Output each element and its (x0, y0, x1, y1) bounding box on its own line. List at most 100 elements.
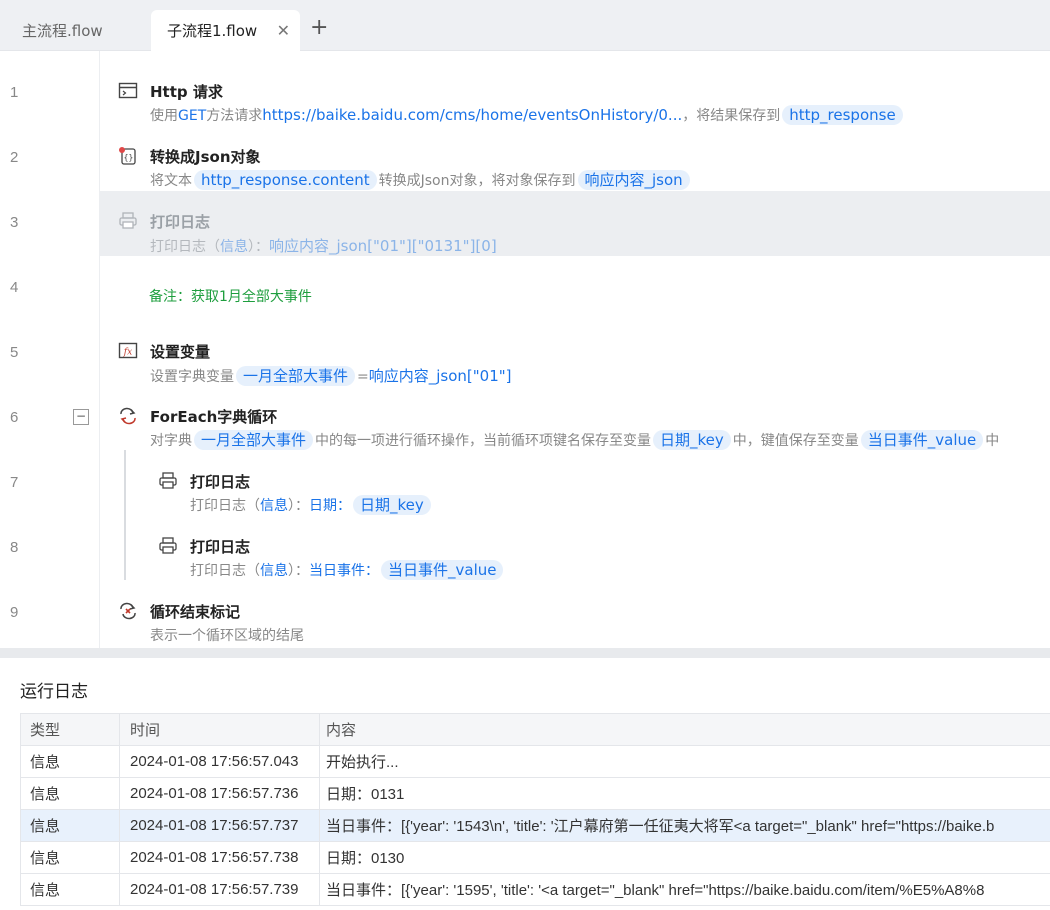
step-title: 设置变量 (150, 343, 211, 361)
log-row[interactable]: 信息 2024-01-08 17:56:57.738 日期：0130 (20, 842, 1050, 874)
log-type: 信息 (20, 746, 119, 777)
printer-icon (158, 471, 178, 491)
step-set-variable[interactable]: fx 设置变量 设置字典变量 一月全部大事件 =响应内容_json["01"] (100, 321, 1050, 386)
step-title: Http 请求 (150, 83, 223, 101)
variable-pill: 响应内容_json (577, 170, 690, 190)
step-description: 打印日志（信息）：日期： 日期_key (190, 495, 433, 515)
step-print-log-date[interactable]: 打印日志 打印日志（信息）：日期： 日期_key (100, 451, 1050, 516)
log-row[interactable]: 信息 2024-01-08 17:56:57.739 当日事件：[{'year'… (20, 874, 1050, 906)
expression-param: 响应内容_json["01"] (368, 367, 512, 385)
step-convert-json[interactable]: {} 转换成Json对象 将文本 http_response.content 转换成… (100, 126, 1050, 191)
line-number: 8 (10, 539, 19, 556)
log-time: 2024-01-08 17:56:57.737 (119, 810, 319, 841)
desc-text: 方法请求 (206, 108, 263, 124)
step-description: 对字典 一月全部大事件 中的每一项进行循环操作，当前循环项键名保存至变量 日期_key… (150, 430, 999, 450)
log-time: 2024-01-08 17:56:57.739 (119, 874, 319, 905)
json-convert-icon: {} (118, 146, 138, 166)
log-type: 信息 (20, 874, 119, 905)
log-row[interactable]: 信息 2024-01-08 17:56:57.736 日期：0131 (20, 778, 1050, 810)
log-row[interactable]: 信息 2024-01-08 17:56:57.043 开始执行... (20, 746, 1050, 778)
variable-pill: 一月全部大事件 (236, 366, 356, 386)
step-title: 打印日志 (150, 213, 211, 231)
svg-text:fx: fx (123, 348, 132, 358)
step-title: 打印日志 (190, 473, 251, 491)
log-time: 2024-01-08 17:56:57.736 (119, 778, 319, 809)
log-row-selected[interactable]: 信息 2024-01-08 17:56:57.737 当日事件：[{'year'… (20, 810, 1050, 842)
log-type: 信息 (20, 778, 119, 809)
desc-text: = (357, 369, 369, 385)
desc-text: ）： (288, 563, 309, 579)
url-param: https://baike.baidu.com/cms/home/eventsO… (262, 106, 683, 124)
close-icon[interactable]: ✕ (277, 21, 290, 40)
line-number: 7 (10, 474, 19, 491)
log-content: 当日事件：[{'year': '1595', 'title': '<a targ… (319, 874, 1050, 905)
column-header-time[interactable]: 时间 (119, 714, 319, 745)
step-loop-end[interactable]: 循环结束标记 表示一个循环区域的结尾 (100, 581, 1050, 646)
desc-text: 打印日志（ (150, 239, 220, 255)
desc-text: 中的每一项进行循环操作，当前循环项键名保存至变量 (315, 433, 652, 449)
desc-text: 使用 (150, 108, 178, 124)
variable-pill: 当日事件_value (860, 430, 984, 450)
variable-pill: http_response (782, 105, 903, 125)
desc-text: ，将结果保存到 (682, 108, 781, 124)
step-comment[interactable]: 备注：获取1月全部大事件 (100, 256, 1050, 321)
line-number: 9 (10, 604, 19, 621)
desc-text: 中，键值保存至变量 (732, 433, 859, 449)
log-content: 日期：0131 (319, 778, 1050, 809)
step-description: 表示一个循环区域的结尾 (150, 625, 304, 645)
log-type: 信息 (20, 810, 119, 841)
collapse-toggle-icon[interactable]: − (73, 409, 89, 425)
printer-icon (158, 536, 178, 556)
tab-subflow-1[interactable]: 子流程1.flow ✕ (151, 10, 300, 51)
desc-text: 表示一个循环区域的结尾 (150, 628, 304, 644)
line-number: 4 (10, 279, 19, 296)
flow-editor: 1 2 3 4 5 6 7 8 9 − Http 请求 使用GET方法请求htt… (0, 51, 1050, 648)
variable-pill: 日期_key (353, 495, 431, 515)
log-table: 类型 时间 内容 信息 2024-01-08 17:56:57.043 开始执行… (20, 713, 1050, 906)
level-param: 信息 (260, 563, 288, 579)
desc-text: 打印日志（ (190, 563, 260, 579)
loop-end-icon (118, 601, 138, 621)
step-foreach-dict-loop[interactable]: ForEach字典循环 对字典 一月全部大事件 中的每一项进行循环操作，当前循环项键… (100, 386, 1050, 451)
add-tab-icon[interactable]: + (310, 17, 328, 39)
tab-main-label: 主流程.flow (22, 22, 103, 40)
column-header-content[interactable]: 内容 (319, 714, 1050, 745)
loop-icon (118, 406, 138, 426)
step-description: 打印日志（信息）：响应内容_json["01"]["0131"][0] (150, 235, 497, 256)
log-panel-title: 运行日志 (20, 682, 88, 702)
desc-text: 将文本 (150, 173, 192, 189)
log-table-header: 类型 时间 内容 (20, 714, 1050, 746)
step-http-request[interactable]: Http 请求 使用GET方法请求https://baike.baidu.com… (100, 61, 1050, 126)
desc-text: 对字典 (150, 433, 192, 449)
column-header-type[interactable]: 类型 (20, 714, 119, 745)
step-description: 打印日志（信息）：当日事件： 当日事件_value (190, 560, 505, 580)
variable-pill: 一月全部大事件 (194, 430, 314, 450)
log-time: 2024-01-08 17:56:57.043 (119, 746, 319, 777)
line-number: 2 (10, 149, 19, 166)
line-gutter: 1 2 3 4 5 6 7 8 9 − (0, 51, 100, 648)
log-time: 2024-01-08 17:56:57.738 (119, 842, 319, 873)
level-param: 信息 (220, 239, 248, 255)
line-number: 1 (10, 84, 19, 101)
desc-text: ）： (288, 498, 309, 514)
expression-param: 响应内容_json["01"]["0131"][0] (269, 237, 497, 255)
step-description: 将文本 http_response.content 转换成Json对象，将对象保存到… (150, 170, 692, 190)
desc-text: 转换成Json对象，将对象保存到 (378, 173, 576, 189)
step-print-log-disabled[interactable]: 打印日志 打印日志（信息）：响应内容_json["01"]["0131"][0] (100, 191, 1050, 256)
step-title: ForEach字典循环 (150, 408, 278, 426)
variable-pill: 日期_key (653, 430, 731, 450)
step-print-log-event[interactable]: 打印日志 打印日志（信息）：当日事件： 当日事件_value (100, 516, 1050, 581)
comment-text: 备注：获取1月全部大事件 (149, 289, 312, 305)
desc-text: 打印日志（ (190, 498, 260, 514)
log-content: 开始执行... (319, 746, 1050, 777)
line-number: 5 (10, 344, 19, 361)
label-param: 日期： (309, 498, 351, 514)
step-description: 设置字典变量 一月全部大事件 =响应内容_json["01"] (150, 365, 512, 386)
variable-pill: 当日事件_value (381, 560, 504, 580)
tab-main-flow[interactable]: 主流程.flow (0, 10, 148, 51)
browser-window-icon (118, 81, 138, 101)
method-param: GET (178, 108, 207, 124)
log-content: 日期：0130 (319, 842, 1050, 873)
panel-splitter[interactable] (0, 648, 1050, 658)
step-title: 转换成Json对象 (150, 148, 261, 166)
